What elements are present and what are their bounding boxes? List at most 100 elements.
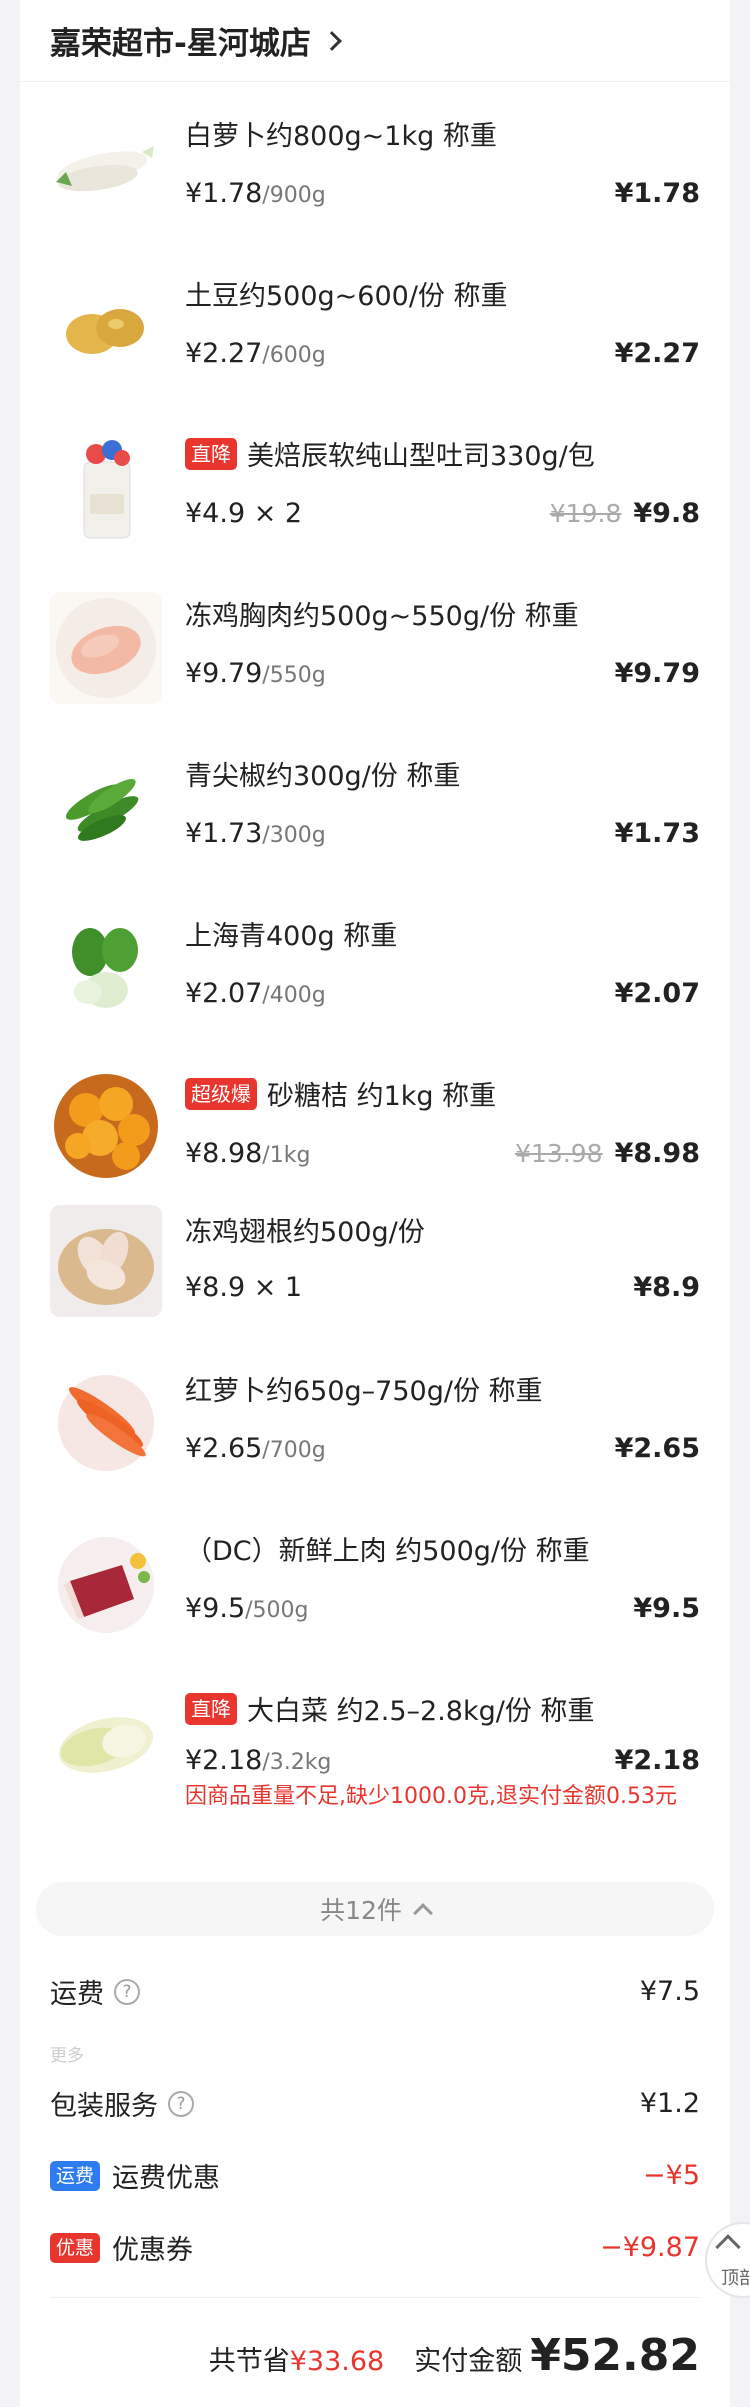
- order-card: 嘉荣超市-星河城店 白萝卜约800g~1kg 称重 ¥1.78 /900g ¥1…: [20, 0, 730, 2407]
- product-image: [50, 272, 162, 384]
- product-image: [50, 592, 162, 704]
- divider: [50, 2297, 700, 2298]
- product-name: 砂糖桔 约1kg 称重: [267, 1081, 497, 1112]
- help-icon[interactable]: ?: [114, 1978, 140, 2005]
- item-total: ¥9.5: [633, 1593, 700, 1624]
- product-image: [50, 752, 162, 864]
- item-total: ¥2.65: [614, 1433, 700, 1464]
- packaging-label: 包装服务: [50, 2091, 158, 2122]
- store-name[interactable]: 嘉荣超市-星河城店: [50, 18, 311, 63]
- product-name: 土豆约500g~600/份 称重: [185, 281, 508, 312]
- unit-weight: /300g: [262, 823, 326, 848]
- list-item[interactable]: 青尖椒约300g/份 称重 ¥1.73 /300g ¥1.73: [20, 740, 730, 900]
- unit-price: ¥9.5: [185, 1593, 246, 1624]
- list-item[interactable]: 直降 美焙辰软纯山型吐司330g/包 ¥4.9 × 2 ¥19.8 ¥9.8: [20, 420, 730, 580]
- list-item[interactable]: 红萝卜约650g–750g/份 称重 ¥2.65 /700g ¥2.65: [20, 1355, 730, 1515]
- unit-price: ¥8.9 × 1: [185, 1272, 303, 1303]
- list-item[interactable]: 白萝卜约800g~1kg 称重 ¥1.78 /900g ¥1.78: [20, 100, 730, 260]
- list-item[interactable]: 超级爆 砂糖桔 约1kg 称重 ¥8.98 /1kg ¥13.98 ¥8.98: [20, 1060, 730, 1200]
- unit-weight: /400g: [262, 983, 326, 1008]
- product-name: （DC）新鲜上肉 约500g/份 称重: [185, 1536, 590, 1567]
- list-item[interactable]: 冻鸡翅根约500g/份 ¥8.9 × 1 ¥8.9: [20, 1200, 730, 1340]
- chevron-right-icon: [321, 30, 342, 51]
- unit-price: ¥2.65: [185, 1433, 263, 1464]
- unit-price: ¥1.73: [185, 818, 263, 849]
- unit-weight: /600g: [262, 343, 326, 368]
- unit-price: ¥4.9 × 2: [185, 498, 303, 529]
- product-image: [50, 1687, 162, 1799]
- list-item[interactable]: 土豆约500g~600/份 称重 ¥2.27 /600g ¥2.27: [20, 260, 730, 420]
- refund-notice: 因商品重量不足,缺少1000.0克,退实付金额0.53元: [185, 1784, 677, 1809]
- product-name: 大白菜 约2.5–2.8kg/份 称重: [247, 1696, 595, 1727]
- list-item[interactable]: （DC）新鲜上肉 约500g/份 称重 ¥9.5 /500g ¥9.5: [20, 1515, 730, 1675]
- list-item[interactable]: 直降 大白菜 约2.5–2.8kg/份 称重 ¥2.18 /3.2kg ¥2.1…: [20, 1675, 730, 1855]
- pay-value: ¥52.82: [530, 2330, 700, 2381]
- product-name: 冻鸡翅根约500g/份: [185, 1217, 425, 1248]
- unit-weight: /550g: [262, 663, 326, 688]
- item-total: ¥9.79: [614, 658, 700, 689]
- shipping-fee-row: 运费 ? ¥7.5: [50, 1972, 700, 2011]
- list-item[interactable]: 冻鸡胸肉约500g~550g/份 称重 ¥9.79 /550g ¥9.79: [20, 580, 730, 740]
- product-name: 红萝卜约650g–750g/份 称重: [185, 1376, 543, 1407]
- coupon-label: 优惠券: [112, 2235, 194, 2266]
- item-total: ¥1.78: [614, 178, 700, 209]
- item-total: ¥8.98: [614, 1138, 700, 1169]
- shipping-value: ¥7.5: [639, 1976, 700, 2007]
- shipping-discount-value: −¥5: [643, 2160, 700, 2191]
- coupon-value: −¥9.87: [600, 2232, 700, 2263]
- shipping-discount-tag: 运费: [50, 2160, 101, 2191]
- store-header[interactable]: 嘉荣超市-星河城店: [20, 0, 730, 82]
- coupon-tag: 优惠: [50, 2232, 101, 2263]
- item-total: ¥8.9: [633, 1272, 700, 1303]
- product-image: [50, 912, 162, 1024]
- chevron-up-icon: [413, 1903, 433, 1923]
- unit-price: ¥2.18: [185, 1745, 263, 1776]
- savings-label: 共节省: [208, 2346, 290, 2377]
- unit-price: ¥2.27: [185, 338, 263, 369]
- badge-tag: 直降: [185, 1692, 237, 1725]
- savings-value: ¥33.68: [289, 2346, 385, 2377]
- product-image: [50, 1070, 162, 1182]
- shipping-label: 运费: [50, 1979, 104, 2010]
- shipping-discount-label: 运费优惠: [112, 2163, 221, 2194]
- original-price: ¥13.98: [515, 1139, 603, 1168]
- item-count-label: 共12件: [320, 1896, 402, 1925]
- packaging-value: ¥1.2: [639, 2088, 700, 2119]
- unit-weight: /900g: [262, 183, 326, 208]
- arrow-up-icon: [715, 2234, 741, 2260]
- product-image: [50, 1367, 162, 1479]
- pay-label: 实付金额: [414, 2346, 523, 2377]
- badge-tag: 直降: [185, 437, 237, 470]
- item-total: ¥2.07: [614, 978, 700, 1009]
- unit-price: ¥8.98: [185, 1138, 263, 1169]
- item-total: ¥9.8: [633, 498, 700, 529]
- product-image: [50, 112, 162, 224]
- product-name: 冻鸡胸肉约500g~550g/份 称重: [185, 601, 579, 632]
- unit-weight: /1kg: [262, 1143, 311, 1168]
- product-image: [50, 1205, 162, 1317]
- item-total: ¥2.18: [614, 1745, 700, 1776]
- help-icon[interactable]: ?: [168, 2090, 194, 2117]
- shipping-discount-row: 运费 运费优惠 −¥5: [50, 2156, 700, 2195]
- product-image: [50, 432, 162, 544]
- back-to-top-label: 顶部: [721, 2268, 750, 2289]
- payment-summary: 共节省 ¥33.68 实付金额 ¥52.82: [209, 2330, 700, 2381]
- packaging-fee-row: 包装服务 ? ¥1.2: [50, 2084, 700, 2123]
- collapse-items-button[interactable]: 共12件: [36, 1882, 714, 1936]
- unit-weight: /500g: [245, 1598, 309, 1623]
- item-total: ¥2.27: [614, 338, 700, 369]
- coupon-row[interactable]: 优惠 优惠券 −¥9.87: [50, 2228, 700, 2267]
- original-price: ¥19.8: [549, 499, 622, 528]
- product-name: 上海青400g 称重: [185, 921, 398, 952]
- unit-weight: /700g: [262, 1438, 326, 1463]
- product-image: [50, 1527, 162, 1639]
- unit-weight: /3.2kg: [262, 1750, 332, 1775]
- more-label[interactable]: 更多: [50, 2041, 84, 2066]
- badge-tag: 超级爆: [185, 1077, 257, 1110]
- product-name: 青尖椒约300g/份 称重: [185, 761, 461, 792]
- product-name: 白萝卜约800g~1kg 称重: [185, 121, 497, 152]
- product-name: 美焙辰软纯山型吐司330g/包: [247, 441, 595, 472]
- unit-price: ¥2.07: [185, 978, 263, 1009]
- list-item[interactable]: 上海青400g 称重 ¥2.07 /400g ¥2.07: [20, 900, 730, 1060]
- unit-price: ¥1.78: [185, 178, 263, 209]
